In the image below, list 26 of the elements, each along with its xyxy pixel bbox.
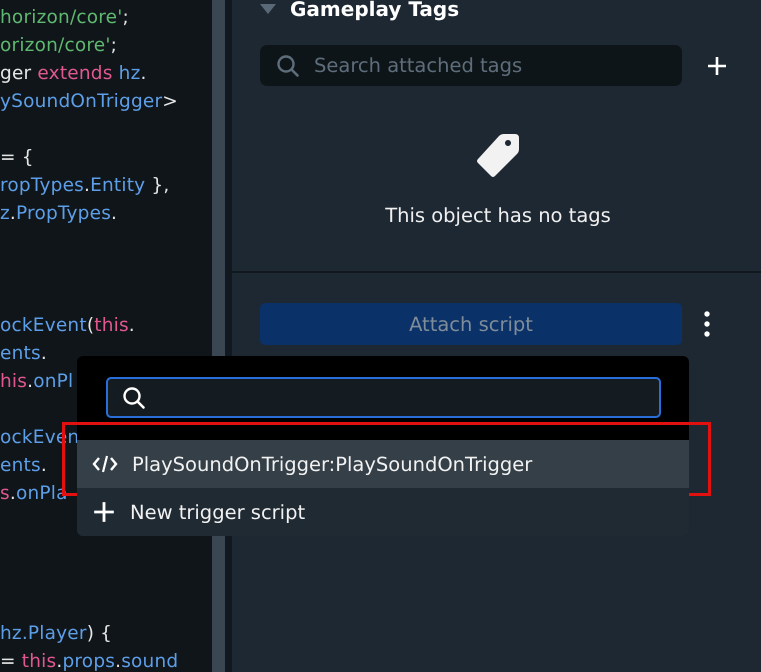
code-line: horizon/core'; [0,7,129,28]
code-line: ropTypes.Entity }, [0,175,170,196]
section-title: Gameplay Tags [290,0,460,21]
collapse-triangle-icon[interactable] [260,4,276,14]
more-options-icon[interactable] [704,311,710,337]
code-line: = { [0,147,34,168]
empty-message: This object has no tags [385,204,611,227]
menu-item[interactable]: PlaySoundOnTrigger:PlaySoundOnTrigger [77,440,689,488]
tag-icon [475,132,521,178]
search-icon [276,54,300,78]
code-line: ger extends hz. [0,63,147,84]
code-line: = this.props.sound [0,651,178,672]
code-line: orizon/core'; [0,35,118,56]
code-line: ockEvent(this. [0,315,135,336]
code-icon [92,454,118,474]
code-line: hz.Player) { [0,623,112,644]
code-line: ents. [0,455,47,476]
code-line: his.onPl [0,371,74,392]
search-field[interactable]: Search attached tags [260,45,682,86]
code-line: ySoundOnTrigger> [0,91,178,112]
code-line: ents. [0,343,47,364]
search-icon [122,386,146,410]
plus-icon [706,54,728,76]
menu-search-field[interactable] [106,377,661,418]
code-line: z.PropTypes. [0,203,118,224]
plus-icon [92,500,116,524]
